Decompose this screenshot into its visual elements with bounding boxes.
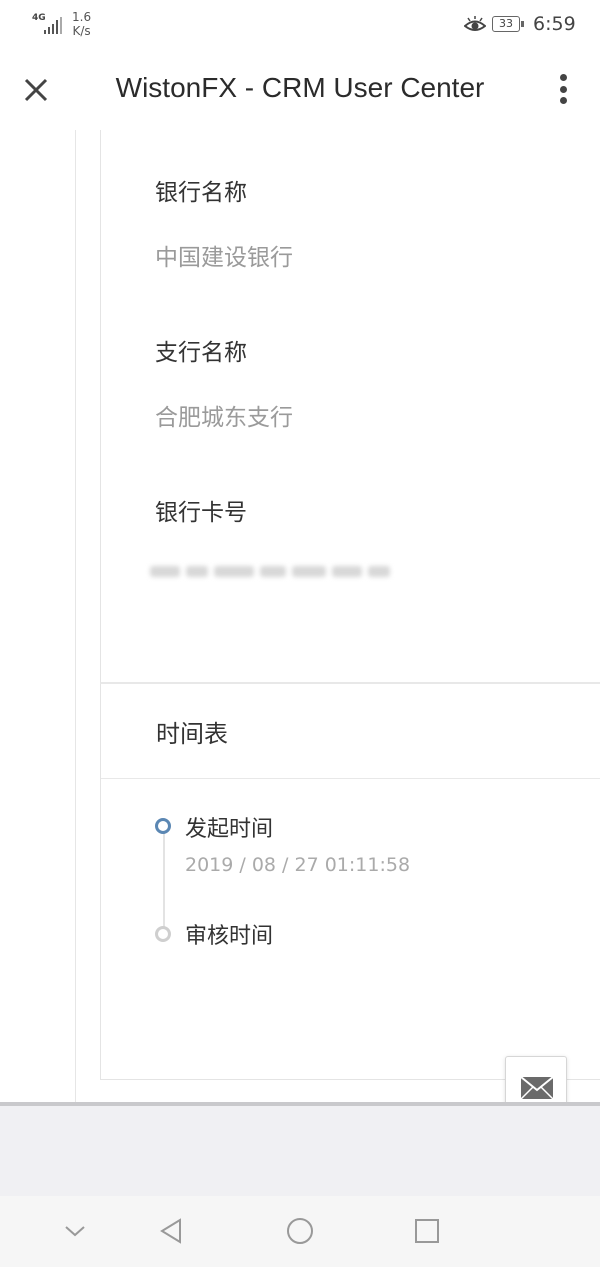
chevron-down-icon[interactable] — [60, 1216, 90, 1246]
timeline-dot-active-icon — [155, 818, 171, 834]
card-number-value-blurred — [148, 560, 402, 582]
branch-name-value: 合肥城东支行 — [155, 405, 293, 431]
mail-icon — [520, 1076, 554, 1100]
network-speed-unit: K/s — [72, 24, 91, 38]
system-nav-bar — [0, 1196, 600, 1267]
page-title: WistonFX - CRM User Center — [115, 72, 485, 103]
branch-name-label: 支行名称 — [155, 340, 247, 366]
timeline-dot-idle-icon — [155, 926, 171, 942]
bank-name-label: 银行名称 — [155, 180, 247, 206]
status-time: 6:59 — [533, 13, 576, 35]
eye-comfort-icon — [464, 16, 486, 31]
timeline-header: 时间表 — [101, 684, 600, 779]
timeline-card: 时间表 发起时间 2019 / 08 / 27 01:11:58 审核时间 — [100, 684, 600, 1080]
back-icon[interactable] — [156, 1216, 186, 1246]
close-icon[interactable] — [22, 76, 50, 104]
status-bar: 4G 1.6 K/s 33 6:59 — [0, 0, 600, 50]
home-icon[interactable] — [285, 1216, 315, 1246]
network-speed: 1.6 K/s — [72, 10, 91, 38]
timeline-connector — [163, 825, 165, 934]
app-header: WistonFX - CRM User Center — [0, 50, 600, 131]
battery-icon: 33 — [492, 16, 524, 32]
network-speed-value: 1.6 — [72, 10, 92, 24]
timeline-item-time: 2019 / 08 / 27 01:11:58 — [185, 854, 411, 876]
signal-strength-icon — [44, 16, 64, 34]
outer-border — [75, 130, 76, 1102]
bank-name-value: 中国建设银行 — [155, 245, 293, 271]
main-content[interactable]: 银行名称 中国建设银行 支行名称 合肥城东支行 银行卡号 时间表 发起时间 20… — [0, 130, 600, 1118]
page-footer-area — [0, 1106, 600, 1196]
card-number-label: 银行卡号 — [155, 500, 247, 526]
more-vertical-icon[interactable] — [556, 74, 570, 108]
timeline-item-label: 发起时间 — [185, 817, 274, 842]
timeline-item-label: 审核时间 — [185, 924, 274, 949]
timeline-title: 时间表 — [156, 720, 228, 748]
recent-apps-icon[interactable] — [412, 1216, 442, 1246]
